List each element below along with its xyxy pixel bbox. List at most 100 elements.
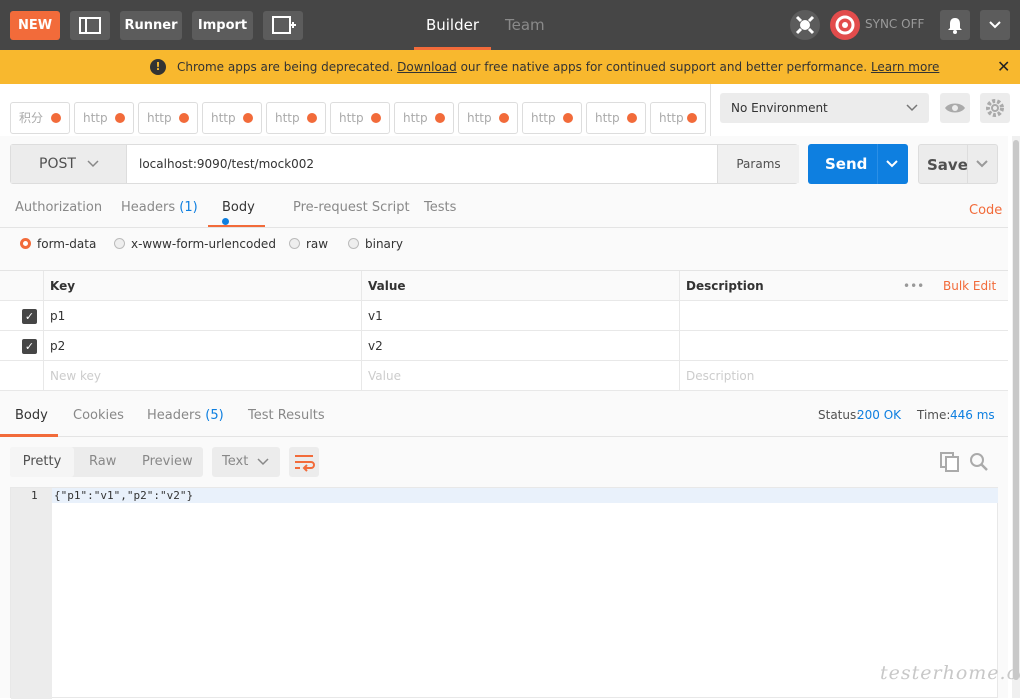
tab-team-library[interactable]: Team Library — [505, 0, 595, 84]
url-bar: POST localhost:9090/test/mock002 Params — [10, 144, 799, 184]
row-checkbox[interactable]: ✓ — [22, 339, 37, 354]
download-link[interactable]: Download — [397, 60, 457, 74]
close-icon[interactable]: ✕ — [997, 50, 1010, 84]
copy-icon[interactable] — [939, 451, 961, 473]
new-key-input[interactable]: New key — [43, 361, 361, 391]
request-tab[interactable]: 积分 — [10, 102, 70, 134]
preview-button[interactable]: Preview — [142, 447, 193, 477]
status-label: Status: — [818, 408, 861, 422]
radio-raw[interactable]: raw — [289, 237, 328, 251]
notifications-button[interactable] — [940, 10, 970, 40]
sync-icon — [835, 15, 855, 35]
request-tab[interactable]: http — [202, 102, 262, 134]
tab-pre-request-script[interactable]: Pre-request Script — [293, 200, 410, 228]
new-window-button[interactable] — [263, 11, 303, 40]
bell-icon — [948, 18, 962, 34]
table-row: ✓ p1 v1 — [0, 301, 1008, 331]
eye-icon — [945, 103, 965, 113]
column-header-key: Key — [43, 271, 361, 301]
response-tab-cookies[interactable]: Cookies — [73, 408, 124, 437]
scrollbar-thumb[interactable] — [1013, 140, 1019, 680]
request-tabs: 积分 http http http http http http http ht… — [0, 84, 711, 136]
runner-button[interactable]: Runner — [120, 11, 182, 40]
new-window-icon — [272, 16, 296, 34]
tab-authorization[interactable]: Authorization — [15, 200, 102, 228]
key-cell[interactable]: p1 — [43, 301, 361, 331]
sync-status: SYNC OFF — [865, 17, 925, 31]
key-cell[interactable]: p2 — [43, 331, 361, 361]
table-row: ✓ p2 v2 — [0, 331, 1008, 361]
environment-quick-look-button[interactable] — [940, 93, 970, 123]
import-button[interactable]: Import — [192, 11, 253, 40]
tab-tests[interactable]: Tests — [424, 200, 456, 228]
response-tab-test-results[interactable]: Test Results — [248, 408, 325, 437]
text-format-select[interactable]: Text — [212, 447, 280, 477]
url-input[interactable]: localhost:9090/test/mock002 — [127, 145, 717, 183]
value-cell[interactable]: v2 — [361, 331, 679, 361]
environment-select[interactable]: No Environment — [720, 93, 929, 123]
request-tab[interactable]: http — [74, 102, 134, 134]
status-value: 200 OK — [857, 408, 902, 422]
chevron-down-icon[interactable] — [885, 159, 899, 169]
line-gutter — [11, 488, 52, 699]
warning-icon: ! — [150, 59, 166, 75]
deprecation-banner: ! Chrome apps are being deprecated. Down… — [0, 50, 1020, 84]
more-options-icon[interactable]: ••• — [897, 271, 937, 301]
column-header-value: Value — [361, 271, 679, 301]
tab-headers[interactable]: Headers (1) — [121, 200, 198, 228]
description-cell[interactable] — [679, 331, 1008, 361]
response-body-editor[interactable]: 1 {"p1":"v1","p2":"v2"} — [10, 487, 998, 699]
request-tab[interactable]: http — [586, 102, 646, 134]
send-button[interactable]: Send — [808, 144, 908, 184]
sidebar-icon — [79, 17, 101, 34]
unsaved-dot — [563, 113, 573, 123]
tab-body[interactable]: Body — [208, 200, 265, 228]
request-tab[interactable]: http — [266, 102, 326, 134]
new-button[interactable]: NEW — [10, 11, 60, 40]
radio-binary[interactable]: binary — [348, 237, 403, 251]
request-tab[interactable]: http — [522, 102, 582, 134]
tab-builder[interactable]: Builder — [414, 0, 491, 50]
code-link[interactable]: Code — [969, 203, 1002, 218]
learn-more-link[interactable]: Learn more — [871, 60, 939, 74]
pretty-button[interactable]: Pretty — [10, 447, 74, 477]
time-label: Time: — [917, 408, 951, 422]
wrap-lines-button[interactable] — [289, 447, 319, 477]
request-tab[interactable]: http — [138, 102, 198, 134]
unsaved-dot — [687, 113, 697, 123]
save-button[interactable]: Save — [918, 144, 998, 184]
bulk-edit-link[interactable]: Bulk Edit — [937, 271, 1008, 301]
value-cell[interactable]: v1 — [361, 301, 679, 331]
unsaved-dot — [371, 113, 381, 123]
description-cell[interactable] — [679, 301, 1008, 331]
radio-x-www-form-urlencoded[interactable]: x-www-form-urlencoded — [114, 237, 276, 251]
manage-environments-button[interactable] — [980, 93, 1010, 123]
params-button[interactable]: Params — [717, 145, 799, 183]
sidebar-toggle-button[interactable] — [70, 11, 110, 40]
request-tab[interactable]: http — [330, 102, 390, 134]
method-select[interactable]: POST — [11, 145, 127, 183]
row-checkbox[interactable]: ✓ — [22, 309, 37, 324]
interceptor-button[interactable] — [790, 10, 820, 40]
request-tab[interactable]: http — [394, 102, 454, 134]
new-description-input[interactable]: Description — [679, 361, 1008, 391]
chevron-down-icon — [989, 21, 1001, 29]
response-body-text: {"p1":"v1","p2":"v2"} — [54, 489, 194, 502]
chevron-down-icon — [906, 104, 918, 112]
response-tab-headers[interactable]: Headers (5) — [147, 408, 224, 437]
table-header-row: Key Value Description ••• Bulk Edit — [0, 271, 1008, 301]
sync-button[interactable] — [830, 10, 860, 40]
request-tab[interactable]: http — [458, 102, 518, 134]
column-header-description: Description — [679, 271, 897, 301]
wrap-icon — [295, 455, 315, 472]
raw-button[interactable]: Raw — [89, 447, 116, 477]
radio-form-data[interactable]: form-data — [20, 237, 96, 251]
request-tab[interactable]: http — [650, 102, 706, 134]
gear-icon — [986, 99, 1004, 117]
response-tab-body[interactable]: Body — [0, 408, 58, 437]
chevron-down-icon[interactable] — [975, 159, 989, 169]
new-value-input[interactable]: Value — [361, 361, 679, 391]
search-icon[interactable] — [968, 451, 990, 473]
satellite-icon — [795, 15, 815, 35]
user-menu-button[interactable] — [980, 10, 1010, 40]
